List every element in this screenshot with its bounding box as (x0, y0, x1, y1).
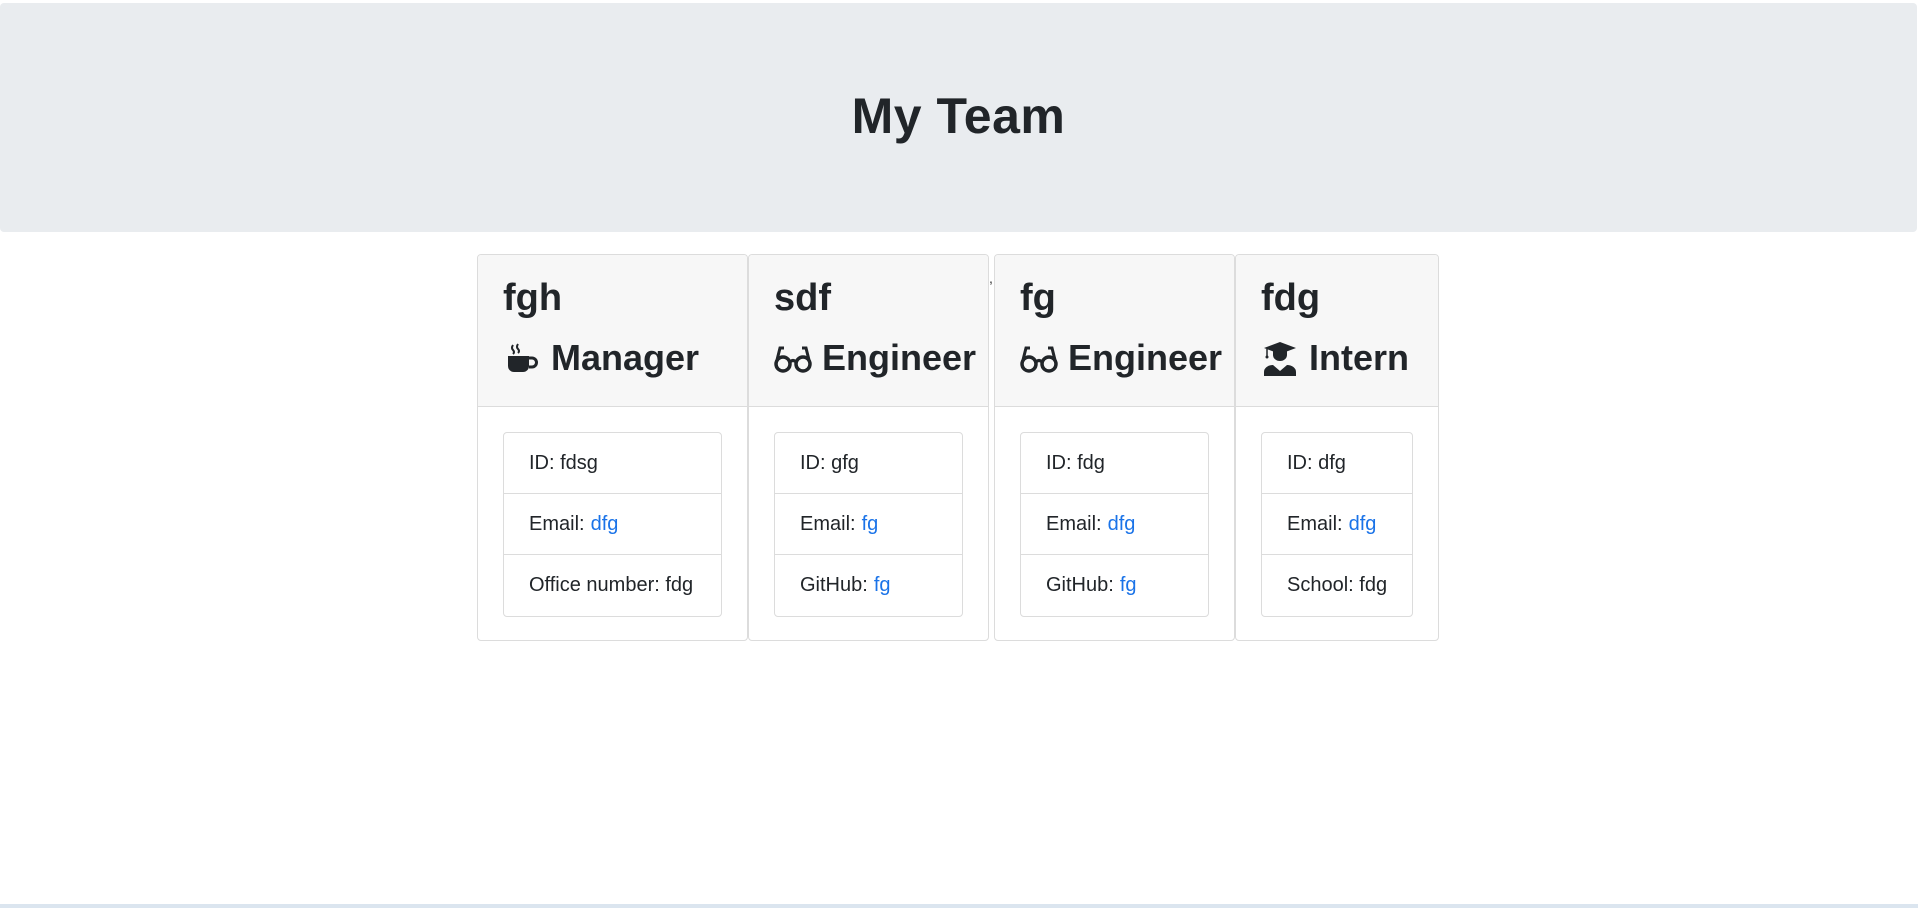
card-body: ID: fdsg Email: dfg Office number: fdg (478, 407, 747, 617)
card-body: ID: gfg Email: fg GitHub: fg (749, 407, 988, 617)
email-item: Email: dfg (504, 494, 721, 555)
employee-card-engineer: fg Engineer ID: fdg Email: dfg GitHub: f… (994, 254, 1235, 641)
details-list: ID: gfg Email: fg GitHub: fg (774, 432, 963, 617)
card-body: ID: dfg Email: dfg School: fdg (1236, 407, 1438, 617)
employee-role: Engineer (1020, 339, 1234, 377)
id-value: fdg (1077, 451, 1105, 474)
id-label: ID: (800, 451, 826, 474)
office-number-value: fdg (665, 574, 694, 596)
email-link[interactable]: fg (862, 513, 879, 536)
id-item: ID: fdsg (504, 433, 721, 494)
employee-card-manager: fgh Manager ID: fdsg Email: dfg Office n… (477, 254, 748, 641)
email-label: Email: (529, 512, 585, 535)
email-label: Email: (1046, 512, 1102, 535)
card-header: fg Engineer (995, 255, 1234, 407)
card-header: fdg Intern (1236, 255, 1438, 407)
employee-role: Engineer (774, 339, 988, 377)
school-item: School: fdg (1262, 555, 1412, 616)
email-item: Email: dfg (1262, 494, 1412, 555)
id-label: ID: (1046, 451, 1072, 474)
employee-role: Intern (1261, 339, 1438, 377)
school-label: School: (1287, 574, 1354, 596)
employee-name: fdg (1261, 277, 1321, 319)
page-title: My Team (851, 87, 1066, 144)
page-header: My Team (0, 3, 1917, 232)
details-list: ID: fdsg Email: dfg Office number: fdg (503, 432, 722, 617)
github-item: GitHub: fg (1021, 555, 1208, 616)
office-number-label: Office number: (529, 574, 660, 596)
employee-name: fgh (503, 277, 563, 319)
graduate-icon (1261, 339, 1299, 377)
id-value: fdsg (560, 451, 598, 474)
card-body: ID: fdg Email: dfg GitHub: fg (995, 407, 1234, 617)
id-item: ID: fdg (1021, 433, 1208, 494)
github-link[interactable]: fg (1120, 574, 1137, 597)
employee-name: fg (1020, 277, 1056, 319)
email-label: Email: (1287, 512, 1343, 535)
github-item: GitHub: fg (775, 555, 962, 616)
id-label: ID: (1287, 451, 1313, 474)
details-list: ID: fdg Email: dfg GitHub: fg (1020, 432, 1209, 617)
office-number-item: Office number: fdg (504, 555, 721, 616)
email-link[interactable]: dfg (591, 513, 619, 536)
email-link[interactable]: dfg (1108, 513, 1136, 536)
id-value: dfg (1318, 451, 1346, 474)
role-label: Intern (1309, 337, 1410, 378)
details-list: ID: dfg Email: dfg School: fdg (1261, 432, 1413, 617)
horizontal-scrollbar[interactable] (0, 904, 1918, 908)
role-label: Engineer (1068, 337, 1223, 378)
id-item: ID: gfg (775, 433, 962, 494)
employee-name: sdf (774, 277, 831, 319)
email-item: Email: fg (775, 494, 962, 555)
school-value: fdg (1359, 574, 1388, 596)
github-link[interactable]: fg (874, 574, 891, 597)
email-link[interactable]: dfg (1349, 513, 1377, 536)
stray-comma: , (989, 270, 993, 286)
employee-card-intern: fdg Intern ID: dfg Email: dfg School: fd… (1235, 254, 1439, 641)
id-label: ID: (529, 451, 555, 474)
coffee-mug-icon (503, 339, 541, 377)
id-value: gfg (831, 451, 859, 474)
employee-card-engineer: sdf Engineer ID: gfg Email: fg GitHub: f… (748, 254, 989, 641)
email-item: Email: dfg (1021, 494, 1208, 555)
card-header: sdf Engineer (749, 255, 988, 407)
glasses-icon (774, 339, 812, 377)
role-label: Engineer (822, 337, 977, 378)
id-item: ID: dfg (1262, 433, 1412, 494)
glasses-icon (1020, 339, 1058, 377)
employee-role: Manager (503, 339, 747, 377)
card-header: fgh Manager (478, 255, 747, 407)
email-label: Email: (800, 512, 856, 535)
github-label: GitHub: (800, 574, 868, 596)
github-label: GitHub: (1046, 574, 1114, 596)
role-label: Manager (551, 337, 700, 378)
